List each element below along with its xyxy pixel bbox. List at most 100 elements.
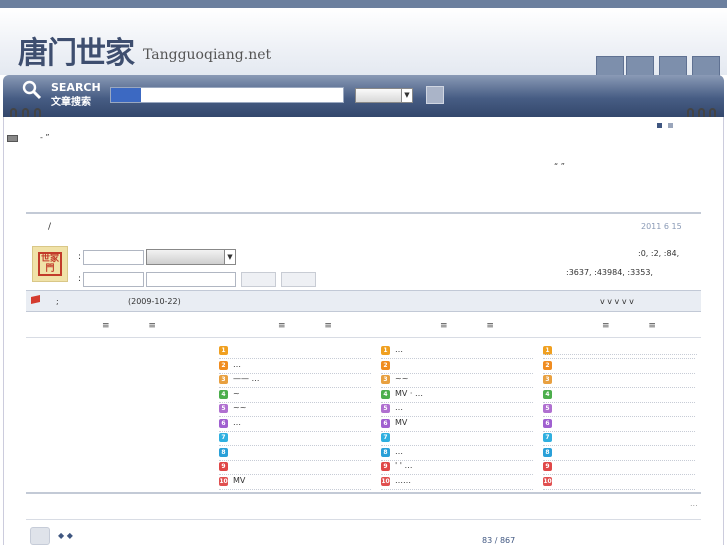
username-field[interactable] bbox=[83, 250, 144, 265]
list-item[interactable]: 6 MV bbox=[381, 418, 533, 432]
list-item[interactable]: 8 bbox=[219, 447, 371, 461]
list-item-title[interactable]: ' ' … bbox=[395, 461, 412, 470]
list-item[interactable]: 5… bbox=[381, 403, 533, 417]
list-item-title[interactable]: MV bbox=[395, 418, 407, 427]
list-item-title[interactable]: ~~ bbox=[233, 403, 246, 412]
top-strip bbox=[0, 0, 727, 8]
list-item[interactable]: 3 bbox=[543, 374, 695, 388]
keyboard-icon[interactable] bbox=[7, 135, 18, 142]
search-category-select[interactable]: ▼ bbox=[355, 88, 413, 103]
list-item-title[interactable]: MV · … bbox=[395, 389, 423, 398]
view-grid-icon[interactable] bbox=[657, 123, 662, 128]
stats-line-1: :0, :2, :84, bbox=[638, 249, 680, 258]
site-logo[interactable]: 唐门世家 bbox=[18, 28, 135, 72]
avatar[interactable]: 世家門 bbox=[32, 246, 68, 282]
more-dots[interactable]: ... bbox=[690, 499, 698, 508]
divider bbox=[26, 492, 701, 494]
announcement-colon: ; bbox=[56, 297, 59, 306]
view-list-icon[interactable] bbox=[668, 123, 673, 128]
rank-number-icon: 3 bbox=[381, 375, 390, 384]
list-item-title[interactable]: …… bbox=[395, 476, 411, 485]
column-header-4: ≡ ≡ bbox=[602, 321, 674, 331]
list-item[interactable]: 8… bbox=[381, 447, 533, 461]
list-item[interactable]: 2 bbox=[381, 360, 533, 374]
rank-number-icon: 4 bbox=[543, 389, 552, 399]
list-item[interactable]: 1… bbox=[381, 345, 533, 359]
list-item[interactable]: 10 bbox=[543, 476, 695, 490]
rank-number-icon: 3 bbox=[543, 375, 552, 384]
rank-number-icon: 5 bbox=[543, 404, 552, 413]
list-item[interactable]: 9 ' ' … bbox=[381, 461, 533, 475]
footer-diamonds: ◆ ◆ bbox=[58, 531, 73, 540]
avatar-seal: 世家門 bbox=[38, 252, 62, 276]
list-item[interactable]: 5 ~~ bbox=[219, 403, 371, 417]
rank-number-icon: 4 bbox=[381, 389, 390, 399]
list-item[interactable]: 9 bbox=[219, 461, 371, 475]
page-date: 2011 6 15 bbox=[641, 222, 682, 231]
list-item-title[interactable]: ~~ bbox=[395, 374, 408, 383]
search-label-cn: 文章搜索 bbox=[51, 97, 91, 108]
login-type-select[interactable]: ▼ bbox=[146, 249, 236, 265]
breadcrumb: / bbox=[48, 222, 52, 232]
list-item[interactable]: 8 bbox=[543, 447, 695, 461]
list-item-title[interactable]: … bbox=[395, 447, 403, 456]
list-item[interactable]: 3 —— … bbox=[219, 374, 371, 388]
top-marks: - ” bbox=[40, 133, 50, 142]
list-item[interactable]: 6… bbox=[219, 418, 371, 432]
verify-code-field[interactable] bbox=[146, 272, 236, 287]
column-header-2: ≡ ≡ bbox=[278, 321, 350, 331]
list-item[interactable]: 1 bbox=[219, 345, 371, 359]
list-item-title[interactable]: MV bbox=[233, 476, 245, 485]
column-header-3: ≡ ≡ bbox=[440, 321, 512, 331]
list-item-title[interactable]: —— … bbox=[233, 374, 260, 383]
rank-number-icon: 5 bbox=[381, 404, 390, 413]
rank-number-icon: 2 bbox=[543, 360, 552, 370]
rank-number-icon: 10 bbox=[219, 476, 228, 486]
rank-number-icon: 7 bbox=[381, 433, 390, 442]
register-button[interactable] bbox=[281, 272, 316, 287]
password-field[interactable] bbox=[83, 272, 144, 287]
list-item-title[interactable]: … bbox=[395, 403, 403, 412]
list-item[interactable]: 4 ~ bbox=[219, 389, 371, 403]
divider bbox=[26, 519, 701, 520]
header-tab-4[interactable] bbox=[692, 56, 720, 76]
announcement-arrows[interactable]: v v v v v bbox=[600, 297, 634, 306]
list-item[interactable]: 5 bbox=[543, 403, 695, 417]
rank-number-icon: 6 bbox=[381, 418, 390, 428]
rank-number-icon: 4 bbox=[219, 389, 228, 399]
announcement-date[interactable]: (2009-10-22) bbox=[128, 297, 181, 306]
rank-number-icon: 9 bbox=[219, 462, 228, 471]
field-colon: : bbox=[78, 274, 82, 284]
list-item[interactable]: 10 …… bbox=[381, 476, 533, 490]
list-item[interactable]: 7 bbox=[543, 432, 695, 446]
rank-number-icon: 7 bbox=[219, 433, 228, 442]
list-item[interactable]: 2… bbox=[219, 360, 371, 374]
list-item[interactable]: 6 bbox=[543, 418, 695, 432]
header-tab-1[interactable] bbox=[596, 56, 624, 76]
search-button[interactable] bbox=[426, 86, 444, 104]
list-item[interactable]: 1 bbox=[543, 345, 695, 359]
list-item[interactable]: 2 bbox=[543, 360, 695, 374]
list-item[interactable]: 4 MV · … bbox=[381, 389, 533, 403]
login-button[interactable] bbox=[241, 272, 276, 287]
search-input[interactable] bbox=[110, 87, 344, 103]
list-item[interactable]: 4 bbox=[543, 389, 695, 403]
header-tab-2[interactable] bbox=[626, 56, 654, 76]
list-item[interactable]: 7 bbox=[381, 432, 533, 446]
list-item[interactable]: 7 bbox=[219, 432, 371, 446]
list-item[interactable]: 10 MV bbox=[219, 476, 371, 490]
list-item-title[interactable]: … bbox=[233, 418, 241, 427]
chevron-down-icon: ▼ bbox=[401, 89, 412, 102]
list-item-title[interactable]: ~ bbox=[233, 389, 240, 398]
rank-number-icon: 10 bbox=[543, 476, 552, 486]
list-item-title[interactable]: … bbox=[233, 360, 241, 369]
list-item[interactable]: 9 bbox=[543, 461, 695, 475]
rank-number-icon: 7 bbox=[543, 433, 552, 442]
quote-marks: “ ” bbox=[554, 162, 565, 171]
list-item[interactable]: 3 ~~ bbox=[381, 374, 533, 388]
rank-number-icon: 8 bbox=[219, 447, 228, 457]
header-tab-3[interactable] bbox=[659, 56, 687, 76]
list-item-title[interactable]: … bbox=[395, 345, 403, 354]
rank-number-icon: 8 bbox=[543, 447, 552, 457]
site-logo-domain: Tangguoqiang.net bbox=[143, 47, 272, 63]
